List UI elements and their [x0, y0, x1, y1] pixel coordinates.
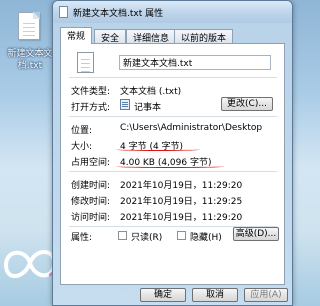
file-type-value: 文本文档 (.txt) — [120, 87, 182, 97]
text-file-icon — [77, 52, 94, 73]
readonly-checkbox[interactable] — [118, 231, 127, 240]
opens-with-value: 记事本 — [134, 103, 162, 113]
general-panel: 文件类型: 文本文档 (.txt) 打开方式: 记事本 更改(C)... 位置:… — [60, 43, 285, 285]
created-value: 2021年10月19日，11:29:20 — [120, 181, 243, 191]
accessed-label: 访问时间: — [71, 213, 111, 223]
filename-input[interactable] — [119, 55, 271, 70]
modified-label: 修改时间: — [71, 197, 111, 207]
tab-previous-versions[interactable]: 以前的版本 — [174, 29, 234, 44]
text-file-icon — [18, 12, 40, 40]
attributes-label: 属性: — [71, 233, 93, 243]
accessed-value: 2021年10月19日，11:29:20 — [120, 213, 243, 223]
tab-general[interactable]: 常规 — [60, 27, 93, 44]
created-label: 创建时间: — [71, 181, 111, 191]
document-icon — [59, 6, 68, 18]
hidden-label: 隐藏(H) — [190, 233, 222, 243]
apply-button[interactable]: 应用(A) — [244, 288, 288, 302]
location-value: C:\Users\Administrator\Desktop — [120, 123, 263, 133]
size-on-disk-label: 占用空间: — [71, 158, 111, 168]
red-underline-annotation — [116, 148, 200, 151]
change-button[interactable]: 更改(C)... — [221, 97, 273, 111]
tab-security[interactable]: 安全 — [94, 29, 127, 44]
modified-value: 2021年10月19日，11:29:25 — [120, 197, 243, 207]
properties-window: 新建文本文档.txt 属性 常规 安全 详细信息 以前的版本 文件类型: 文本文… — [52, 0, 293, 306]
divider — [69, 77, 277, 78]
file-type-label: 文件类型: — [71, 87, 111, 97]
notepad-icon — [120, 99, 130, 110]
cancel-button[interactable]: 取消 — [192, 288, 238, 302]
advanced-button[interactable]: 高级(D)... — [233, 227, 279, 241]
window-title: 新建文本文档.txt 属性 — [73, 9, 164, 19]
opens-with-label: 打开方式: — [71, 103, 111, 113]
location-label: 位置: — [71, 126, 93, 136]
red-underline-annotation — [116, 165, 224, 168]
divider — [69, 171, 277, 172]
divider — [69, 116, 277, 117]
hidden-checkbox[interactable] — [177, 231, 186, 240]
readonly-label: 只读(R) — [131, 233, 163, 243]
tab-details[interactable]: 详细信息 — [126, 29, 177, 44]
desktop-file-label: 新建文本文档.txt — [7, 49, 53, 71]
size-label: 大小: — [71, 142, 93, 152]
title-bar[interactable]: 新建文本文档.txt 属性 — [53, 1, 292, 23]
ok-button[interactable]: 确定 — [140, 288, 186, 302]
